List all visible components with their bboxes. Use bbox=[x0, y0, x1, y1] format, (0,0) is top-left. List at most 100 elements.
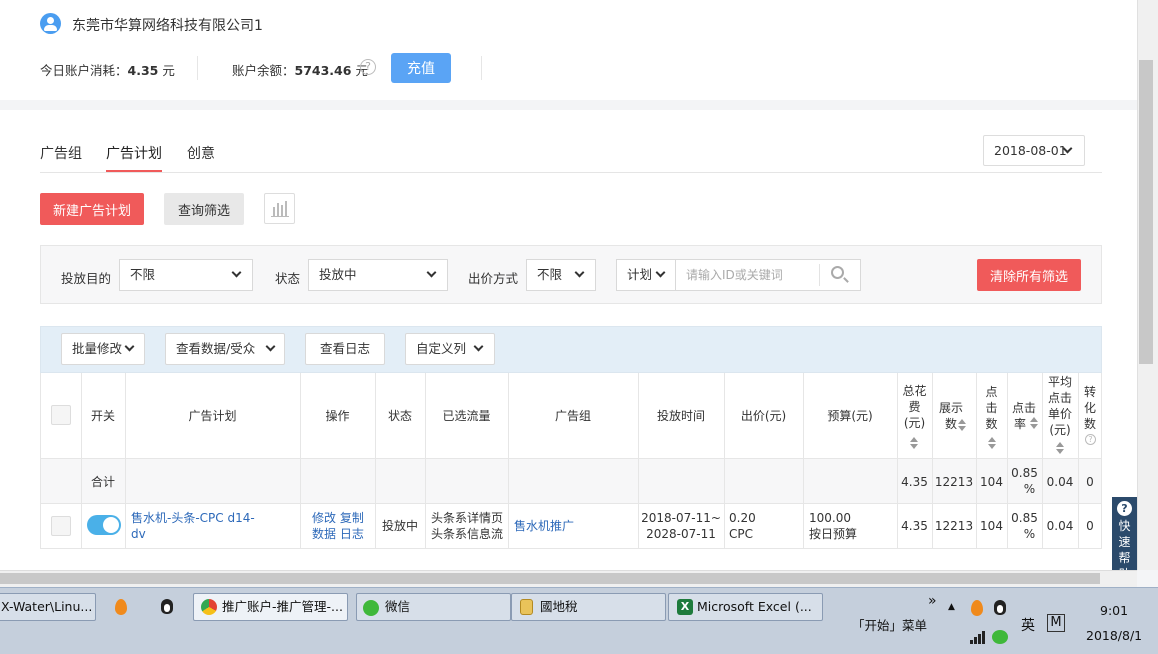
row-ctr-unit: % bbox=[1023, 527, 1036, 541]
company-name: 东莞市华算网络科技有限公司1 bbox=[72, 18, 263, 34]
ime-language[interactable]: 英 bbox=[1021, 615, 1035, 635]
row-group-link[interactable]: 售水机推广 bbox=[514, 518, 574, 534]
date-picker[interactable]: 2018-08-01 bbox=[983, 135, 1085, 166]
divider bbox=[481, 56, 482, 80]
sort-down-icon[interactable] bbox=[1030, 424, 1038, 429]
today-cost-unit: 元 bbox=[162, 63, 175, 78]
search-icon[interactable] bbox=[831, 266, 844, 279]
header-conv-line: 数 bbox=[1083, 417, 1096, 431]
tray-expand-icon[interactable]: ▲ bbox=[948, 602, 955, 612]
plan-name-link[interactable]: 售水机-头条-CPC d14- dv bbox=[131, 510, 255, 542]
signal-icon[interactable] bbox=[970, 630, 986, 644]
excel-icon: X bbox=[677, 599, 693, 615]
horizontal-scroll-thumb[interactable] bbox=[0, 573, 1100, 584]
header-status: 状态 bbox=[387, 409, 412, 423]
new-plan-button[interactable]: 新建广告计划 bbox=[40, 193, 144, 225]
clock-date[interactable]: 2018/8/1 bbox=[1086, 628, 1142, 643]
col-divider bbox=[803, 373, 804, 549]
bid-method-select[interactable]: 不限 bbox=[526, 259, 596, 291]
search-scope-select[interactable]: 计划 bbox=[616, 259, 676, 291]
bid-method-label: 出价方式 bbox=[468, 271, 519, 286]
query-filter-button[interactable]: 查询筛选 bbox=[164, 193, 244, 225]
flame-icon[interactable] bbox=[115, 599, 127, 615]
summary-label: 合计 bbox=[91, 475, 116, 489]
row-bid-type: CPC bbox=[729, 527, 753, 541]
sort-down-icon[interactable] bbox=[1056, 449, 1064, 454]
summary-cpc: 0.04 bbox=[1046, 475, 1074, 489]
ime-mode[interactable]: M bbox=[1047, 614, 1065, 632]
clock-time[interactable]: 9:01 bbox=[1100, 603, 1128, 618]
row-budget-value: 100.00 bbox=[809, 511, 851, 525]
task-excel[interactable]: X Microsoft Excel (... bbox=[668, 593, 823, 621]
date-picker-value: 2018-08-01 bbox=[994, 143, 1067, 158]
task-wechat[interactable]: 微信 bbox=[356, 593, 511, 621]
balance-help-icon[interactable]: ? bbox=[360, 59, 376, 75]
header-cost[interactable]: 总花 费 (元) bbox=[897, 383, 932, 431]
chevron-down-icon bbox=[426, 267, 437, 278]
sort-up-icon[interactable] bbox=[1030, 417, 1038, 422]
status-select[interactable]: 投放中 bbox=[308, 259, 448, 291]
col-divider bbox=[508, 373, 509, 549]
goal-select[interactable]: 不限 bbox=[119, 259, 253, 291]
tab-ad-plan[interactable]: 广告计划 bbox=[106, 143, 162, 163]
col-divider bbox=[125, 373, 126, 549]
qq-penguin-icon[interactable] bbox=[994, 600, 1006, 615]
header-cpc[interactable]: 平均 点击 单价 (元) bbox=[1042, 374, 1078, 438]
task-browser[interactable]: 推广账户-推广管理-... bbox=[193, 593, 348, 621]
chevron-down-icon bbox=[124, 341, 135, 352]
row-clicks: 104 bbox=[980, 519, 1003, 533]
ops-edit-copy-links[interactable]: 修改 复制 bbox=[312, 510, 364, 526]
wechat-icon[interactable] bbox=[992, 630, 1008, 644]
bid-method-select-value: 不限 bbox=[537, 267, 563, 282]
header-ctr[interactable]: 点击 bbox=[1010, 400, 1038, 416]
batch-edit-label: 批量修改 bbox=[72, 341, 123, 356]
plan-switch-toggle[interactable] bbox=[87, 515, 121, 535]
clear-filters-button[interactable]: 清除所有筛选 bbox=[977, 259, 1081, 291]
sort-down-icon[interactable] bbox=[958, 426, 966, 431]
chevron-right-icon[interactable]: » bbox=[928, 593, 937, 609]
sort-down-icon[interactable] bbox=[910, 444, 918, 449]
header-switch: 开关 bbox=[90, 409, 115, 423]
start-menu-label[interactable]: 「开始」菜单 bbox=[852, 615, 927, 634]
chevron-down-icon bbox=[473, 341, 484, 352]
header-conv-line: 化 bbox=[1083, 401, 1096, 415]
sort-down-icon[interactable] bbox=[988, 444, 996, 449]
flame-icon[interactable] bbox=[971, 600, 983, 616]
task-browser-label: 推广账户-推广管理-... bbox=[222, 599, 343, 614]
sort-up-icon[interactable] bbox=[958, 419, 966, 424]
sort-up-icon[interactable] bbox=[910, 437, 918, 442]
view-data-button[interactable]: 查看数据/受众 bbox=[165, 333, 285, 365]
task-xwater[interactable]: X-Water\Linu... bbox=[0, 593, 96, 621]
balance-value: 5743.46 bbox=[294, 63, 352, 78]
recharge-button[interactable]: 充值 bbox=[391, 53, 451, 83]
vertical-scroll-thumb[interactable] bbox=[1139, 60, 1153, 364]
tab-creative[interactable]: 创意 bbox=[187, 143, 215, 163]
chevron-down-icon bbox=[231, 267, 242, 278]
tab-ad-group[interactable]: 广告组 bbox=[40, 143, 82, 163]
row-cpc: 0.04 bbox=[1046, 519, 1074, 533]
today-cost-value: 4.35 bbox=[127, 63, 159, 78]
batch-edit-button[interactable]: 批量修改 bbox=[61, 333, 145, 365]
row-ctr: 0.85 % bbox=[1007, 510, 1042, 542]
row-status: 投放中 bbox=[381, 519, 418, 533]
bar-chart-icon bbox=[271, 201, 289, 217]
col-divider bbox=[300, 373, 301, 549]
header-clicks[interactable]: 点 击 数 bbox=[976, 384, 1007, 432]
quick-help-button[interactable]: ? 快速帮助 bbox=[1112, 497, 1137, 581]
custom-columns-button[interactable]: 自定义列 bbox=[405, 333, 495, 365]
chrome-icon bbox=[201, 599, 217, 615]
task-folder[interactable]: 國地稅 bbox=[511, 593, 666, 621]
sort-up-icon[interactable] bbox=[988, 437, 996, 442]
ops-data-log-links[interactable]: 数据 日志 bbox=[312, 526, 364, 542]
balance-label: 账户余额： bbox=[232, 63, 295, 78]
header-impressions-line: 展示 bbox=[938, 401, 963, 415]
plan-name-line: dv bbox=[131, 527, 146, 541]
view-log-button[interactable]: 查看日志 bbox=[305, 333, 385, 365]
select-all-checkbox[interactable] bbox=[51, 405, 71, 425]
header-ctr-line: 点击 bbox=[1011, 401, 1036, 415]
qq-penguin-icon[interactable] bbox=[161, 599, 173, 614]
row-checkbox[interactable] bbox=[51, 516, 71, 536]
sort-up-icon[interactable] bbox=[1056, 442, 1064, 447]
chart-button[interactable] bbox=[264, 193, 295, 224]
conv-help-icon[interactable]: ? bbox=[1085, 434, 1096, 445]
